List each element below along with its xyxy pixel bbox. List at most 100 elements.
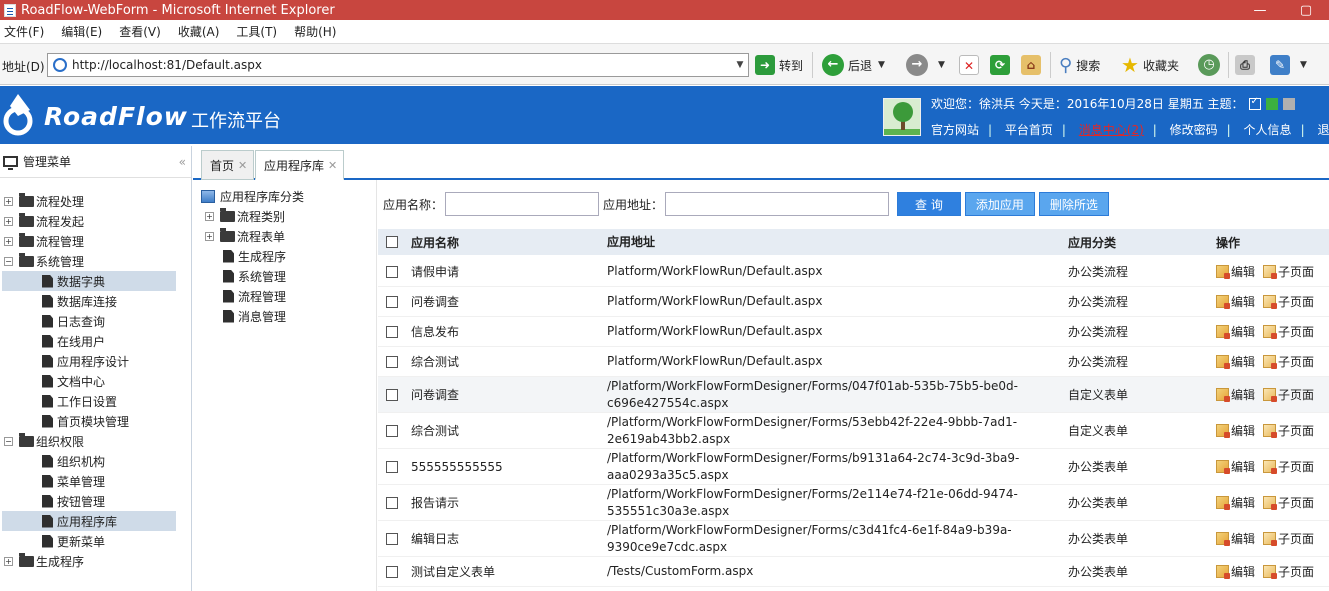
history-button[interactable]: ◷ [1198, 53, 1224, 77]
tab-home[interactable]: 首页 ✕ [201, 150, 255, 180]
subpage-link[interactable]: 子页面 [1278, 353, 1314, 370]
row-checkbox[interactable] [386, 355, 398, 368]
col-name[interactable]: 应用名称 [411, 234, 459, 251]
expand-icon[interactable]: + [4, 196, 13, 206]
back-button[interactable]: ← 后退 ▼ [822, 53, 885, 77]
edit-icon[interactable] [1216, 388, 1230, 402]
subpage-icon[interactable] [1263, 496, 1278, 510]
edit-icon[interactable] [1216, 424, 1230, 438]
row-checkbox[interactable] [386, 460, 398, 473]
category-item[interactable]: + 流程类别 [205, 206, 285, 226]
menu-file[interactable]: 文件(F) [4, 23, 44, 40]
sidebar-item[interactable]: 应用程序库 [2, 511, 176, 531]
menu-tools[interactable]: 工具(T) [236, 23, 277, 40]
sidebar-item[interactable]: 数据库连接 [2, 291, 176, 311]
edit-link[interactable]: 编辑 [1231, 263, 1255, 280]
row-checkbox[interactable] [386, 295, 398, 308]
chevron-down-icon[interactable]: ▼ [1300, 60, 1307, 70]
home-button[interactable]: ⌂ [1021, 53, 1045, 77]
subpage-link[interactable]: 子页面 [1278, 293, 1314, 310]
subpage-link[interactable]: 子页面 [1278, 263, 1314, 280]
subpage-link[interactable]: 子页面 [1278, 458, 1314, 475]
select-all-checkbox[interactable] [386, 236, 398, 248]
sidebar-item[interactable]: 更新菜单 [2, 531, 176, 551]
favorites-button[interactable]: ★ 收藏夹 [1121, 53, 1179, 77]
edit-link[interactable]: 编辑 [1231, 530, 1255, 547]
row-checkbox[interactable] [386, 265, 398, 278]
edit-icon[interactable] [1216, 295, 1230, 309]
theme-gray-swatch[interactable] [1282, 97, 1295, 110]
sidebar-item[interactable]: 按钮管理 [2, 491, 176, 511]
print-button[interactable]: ⎙ [1235, 53, 1259, 77]
sidebar-item[interactable]: 数据字典 [2, 271, 176, 291]
edit-link[interactable]: 编辑 [1231, 323, 1255, 340]
address-url[interactable]: http://localhost:81/Default.aspx [72, 58, 732, 72]
theme-blue-swatch[interactable] [1248, 96, 1261, 110]
row-checkbox[interactable] [386, 325, 398, 338]
subpage-icon[interactable] [1263, 265, 1278, 279]
sidebar-item[interactable]: + 流程管理 [4, 231, 176, 251]
subpage-icon[interactable] [1263, 325, 1278, 339]
sidebar-item[interactable]: 在线用户 [2, 331, 176, 351]
table-row[interactable]: 问卷调查 Platform/WorkFlowRun/Default.aspx 办公类… [378, 287, 1329, 317]
sidebar-item[interactable]: 菜单管理 [2, 471, 176, 491]
row-checkbox[interactable] [386, 565, 398, 578]
edit-link[interactable]: 编辑 [1231, 458, 1255, 475]
chevron-down-icon[interactable]: ▼ [732, 60, 748, 70]
table-row[interactable]: 信息发布 Platform/WorkFlowRun/Default.aspx 办公类… [378, 317, 1329, 347]
link-change-password[interactable]: 修改密码 [1170, 123, 1218, 137]
app-name-input[interactable] [445, 192, 600, 216]
avatar[interactable] [883, 98, 921, 136]
row-checkbox[interactable] [386, 388, 398, 401]
minimize-button[interactable]: — [1237, 3, 1283, 18]
refresh-button[interactable]: ⟳ [990, 53, 1014, 77]
subpage-link[interactable]: 子页面 [1278, 386, 1314, 403]
subpage-icon[interactable] [1263, 532, 1278, 546]
edit-link[interactable]: 编辑 [1231, 563, 1255, 580]
app-addr-input[interactable] [665, 192, 890, 216]
sidebar-item[interactable]: + 生成程序 [4, 551, 176, 571]
table-row[interactable]: 综合测试 Platform/WorkFlowRun/Default.aspx 办公类… [378, 347, 1329, 377]
edit-link[interactable]: 编辑 [1231, 386, 1255, 403]
tab-app-library[interactable]: 应用程序库 ✕ [255, 150, 345, 180]
table-row[interactable]: 问卷调查/Platform/WorkFlowFormDesigner/Forms… [378, 377, 1329, 413]
sidebar-item[interactable]: − 系统管理 [4, 251, 176, 271]
row-checkbox[interactable] [386, 424, 398, 437]
expand-icon[interactable]: + [205, 231, 214, 241]
edit-icon[interactable] [1216, 355, 1230, 369]
address-input[interactable]: http://localhost:81/Default.aspx ▼ [47, 53, 749, 77]
link-logout[interactable]: 退出系 [1317, 123, 1329, 137]
subpage-link[interactable]: 子页面 [1278, 563, 1314, 580]
delete-selected-button[interactable]: 删除所选 [1038, 192, 1109, 216]
menu-help[interactable]: 帮助(H) [294, 23, 336, 40]
chevron-down-icon[interactable]: ▼ [878, 60, 885, 70]
link-profile[interactable]: 个人信息 [1244, 123, 1292, 137]
subpage-icon[interactable] [1263, 355, 1278, 369]
col-addr[interactable]: 应用地址 [607, 234, 1047, 251]
menu-edit[interactable]: 编辑(E) [61, 23, 102, 40]
sidebar-item[interactable]: 文档中心 [2, 371, 176, 391]
table-row[interactable]: 报告请示/Platform/WorkFlowFormDesigner/Forms… [378, 485, 1329, 521]
sidebar-item[interactable]: + 流程发起 [4, 211, 176, 231]
subpage-icon[interactable] [1263, 565, 1278, 579]
subpage-link[interactable]: 子页面 [1278, 494, 1314, 511]
menu-view[interactable]: 查看(V) [119, 23, 161, 40]
forward-button[interactable]: → ▼ [906, 53, 945, 77]
close-icon[interactable]: ✕ [238, 159, 247, 172]
sidebar-item[interactable]: 组织机构 [2, 451, 176, 471]
edit-icon[interactable] [1216, 460, 1230, 474]
col-category[interactable]: 应用分类 [1068, 234, 1116, 251]
link-official-site[interactable]: 官方网站 [931, 123, 979, 137]
edit-link[interactable]: 编辑 [1231, 353, 1255, 370]
expand-icon[interactable]: + [4, 236, 13, 246]
close-icon[interactable]: ✕ [328, 159, 337, 172]
table-row[interactable]: 555555555555/Platform/WorkFlowFormDesign… [378, 449, 1329, 485]
link-message-center[interactable]: 消息中心(2) [1079, 123, 1144, 137]
expand-icon[interactable]: + [205, 211, 214, 221]
expand-icon[interactable]: + [4, 216, 13, 226]
category-root[interactable]: 应用程序库分类 [201, 186, 304, 206]
query-button[interactable]: 查 询 [897, 192, 961, 216]
sidebar-item[interactable]: 日志查询 [2, 311, 176, 331]
category-item[interactable]: + 流程表单 [205, 226, 285, 246]
link-platform-home[interactable]: 平台首页 [1005, 123, 1053, 137]
